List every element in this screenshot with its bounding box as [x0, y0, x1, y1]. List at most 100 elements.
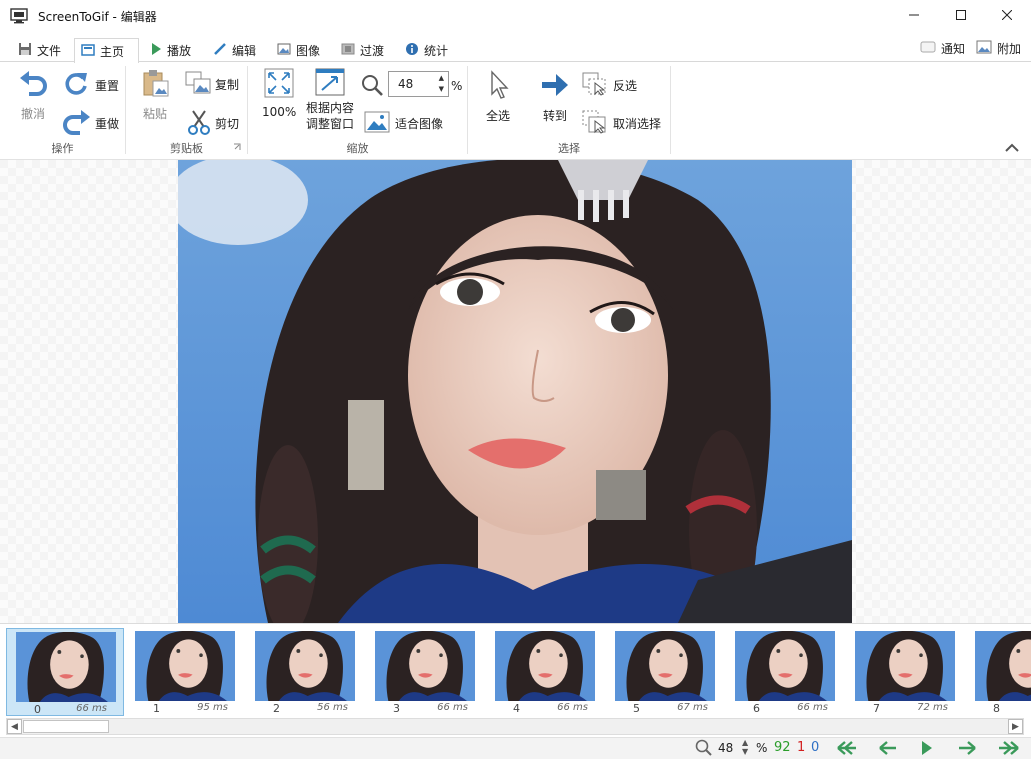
next-frame-icon[interactable] [957, 740, 977, 759]
frame-thumbnail-image [735, 631, 835, 701]
expand-icon [264, 68, 294, 101]
title-bar: ScreenToGif - 编辑器 [0, 0, 1031, 34]
scroll-left-icon[interactable]: ◀ [7, 719, 22, 734]
close-icon [1001, 9, 1013, 23]
floppy-icon [18, 42, 32, 59]
frame-thumbnail-image [375, 631, 475, 701]
redo-button[interactable]: 重置 [63, 70, 119, 101]
status-magnifier-icon [695, 739, 713, 759]
copy-icon [185, 71, 211, 98]
cursor-icon [487, 70, 509, 103]
info-icon [405, 42, 419, 59]
ribbon-tabs: 文件 主页 播放 编辑 图像 过渡 统计 通知 附加 [0, 36, 1031, 63]
frame-number: 6 [753, 702, 760, 715]
previous-frame-icon[interactable] [878, 740, 898, 759]
play-icon [150, 42, 162, 59]
minimize-button[interactable] [891, 0, 937, 32]
fit-image-button[interactable]: 适合图像 [364, 111, 443, 136]
magnifier-icon [360, 73, 384, 100]
frame-thumbnail[interactable]: 3 66 ms [366, 628, 484, 716]
zoom-100-button[interactable]: 100% [262, 68, 296, 119]
fit-content-button[interactable]: 根据内容 调整窗口 [306, 68, 354, 131]
frame-number: 8 [993, 702, 1000, 715]
zoom-input[interactable]: 48 ▲ ▼ [388, 71, 449, 97]
collapse-ribbon-icon[interactable] [1004, 142, 1020, 156]
paste-button[interactable]: 粘贴 [140, 68, 170, 122]
frame-duration: 67 ms [677, 702, 708, 713]
selected-frames-count: 1 [797, 740, 806, 755]
zoom-group-label: 缩放 [346, 142, 369, 155]
deselect-button[interactable]: 取消选择 [582, 110, 661, 137]
frame-thumbnail[interactable]: 8 [966, 628, 1031, 716]
fit-image-icon [364, 111, 390, 136]
play-frames-icon[interactable] [920, 740, 934, 759]
frame-duration: 66 ms [437, 702, 468, 713]
spin-down-icon[interactable]: ▼ [439, 86, 444, 93]
tab-image[interactable]: 图像 [271, 38, 326, 62]
frame-number: 3 [393, 702, 400, 715]
goto-button[interactable]: 转到 [540, 70, 570, 124]
image-icon [277, 42, 291, 59]
current-frame-image[interactable] [178, 160, 852, 623]
action-group-label: 操作 [51, 142, 74, 155]
scissors-icon [187, 109, 211, 138]
frame-list-scrollbar[interactable]: ◀ ▶ [6, 718, 1024, 735]
undo-button[interactable]: 撤消 [18, 68, 48, 122]
tab-file[interactable]: 文件 [12, 38, 67, 62]
frame-thumbnail[interactable]: 5 67 ms [606, 628, 724, 716]
status-zoom-spinner-icon[interactable]: ▲ ▼ [742, 738, 748, 756]
tab-edit[interactable]: 编辑 [207, 38, 262, 62]
minimize-icon [909, 9, 919, 23]
frame-number: 2 [273, 702, 280, 715]
close-button[interactable] [984, 0, 1030, 32]
frame-number: 5 [633, 702, 640, 715]
extras-button[interactable]: 附加 [970, 36, 1027, 60]
notifications-button[interactable]: 通知 [914, 36, 971, 60]
current-frame-index: 0 [811, 740, 820, 755]
frame-thumbnail[interactable]: 0 66 ms [6, 628, 124, 716]
frame-thumbnail-image [255, 631, 355, 701]
refresh-icon [63, 70, 89, 101]
status-percent: % [756, 741, 768, 755]
invert-selection-button[interactable]: 反选 [582, 72, 637, 99]
frame-duration: 56 ms [317, 702, 348, 713]
frame-duration: 66 ms [557, 702, 588, 713]
total-frames-count: 92 [774, 740, 791, 755]
cut-button[interactable]: 剪切 [187, 109, 239, 138]
frame-thumbnail[interactable]: 1 95 ms [126, 628, 244, 716]
frame-number: 7 [873, 702, 880, 715]
reset-button[interactable]: 重做 [63, 108, 119, 139]
tab-play[interactable]: 播放 [144, 38, 197, 62]
spin-up-icon[interactable]: ▲ [439, 75, 444, 82]
pencil-icon [213, 42, 227, 59]
transition-icon [341, 42, 355, 59]
tab-statistics[interactable]: 统计 [399, 38, 454, 62]
frame-thumbnail[interactable]: 2 56 ms [246, 628, 364, 716]
resize-window-icon [315, 68, 345, 99]
frame-number: 0 [34, 703, 41, 716]
undo-icon [18, 68, 48, 101]
scrollbar-thumb[interactable] [23, 720, 109, 733]
frame-duration: 95 ms [197, 702, 228, 713]
zoom-group: 100% 根据内容 调整窗口 48 ▲ ▼ % 适合图像 缩放 [248, 62, 467, 159]
notification-icon [920, 41, 936, 56]
select-group-label: 选择 [558, 142, 580, 155]
first-frame-icon[interactable] [836, 740, 858, 759]
maximize-button[interactable] [938, 0, 984, 32]
deselect-icon [582, 110, 608, 137]
dialog-launcher-icon[interactable] [233, 140, 241, 154]
tab-transition[interactable]: 过渡 [335, 38, 390, 62]
last-frame-icon[interactable] [996, 740, 1020, 759]
select-all-button[interactable]: 全选 [486, 70, 510, 124]
frame-thumbnail[interactable]: 4 66 ms [486, 628, 604, 716]
copy-button[interactable]: 复制 [185, 71, 239, 98]
arrow-right-icon [540, 70, 570, 103]
scroll-right-icon[interactable]: ▶ [1008, 719, 1023, 734]
tab-home[interactable]: 主页 [74, 38, 139, 63]
redo-icon [63, 108, 91, 139]
frame-number: 1 [153, 702, 160, 715]
status-zoom-value[interactable]: 48 [718, 741, 733, 755]
frame-thumbnail[interactable]: 7 72 ms [846, 628, 964, 716]
app-icon [10, 8, 28, 24]
frame-thumbnail[interactable]: 6 66 ms [726, 628, 844, 716]
